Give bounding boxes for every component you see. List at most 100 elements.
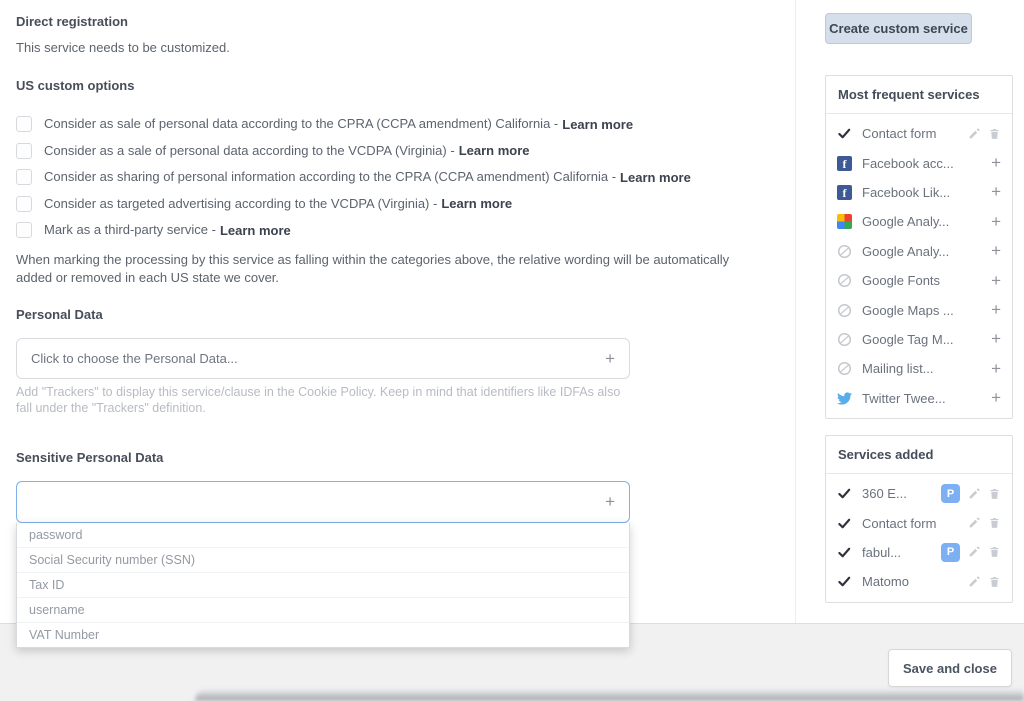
service-label: Google Analy...	[862, 214, 991, 229]
service-label: Facebook Lik...	[862, 185, 991, 200]
service-row: Google Fonts +	[826, 266, 1012, 295]
personal-data-label: Personal Data	[16, 307, 776, 323]
add-icon[interactable]: +	[991, 300, 1001, 320]
sensitive-options-dropdown: password Social Security number (SSN) Ta…	[16, 523, 630, 648]
premium-badge: P	[941, 543, 960, 562]
learn-more-link[interactable]: Learn more	[620, 170, 691, 185]
learn-more-link[interactable]: Learn more	[441, 196, 512, 211]
edit-icon[interactable]	[967, 487, 981, 501]
service-label: Google Analy...	[862, 244, 991, 259]
checkbox-label: Consider as sale of personal data accord…	[44, 116, 558, 132]
plus-icon[interactable]: +	[605, 493, 615, 510]
check-icon	[837, 486, 852, 501]
service-row: fabul... P	[826, 538, 1012, 567]
services-added-list: 360 E... P Contact form	[826, 474, 1012, 602]
personal-data-placeholder: Click to choose the Personal Data...	[31, 351, 238, 366]
facebook-icon	[837, 185, 852, 200]
checkbox-row: Consider as a sale of personal data acco…	[16, 138, 776, 165]
service-row: Mailing list... +	[826, 354, 1012, 383]
add-icon[interactable]: +	[991, 388, 1001, 408]
sensitive-personal-data-select[interactable]: +	[16, 481, 630, 523]
add-icon[interactable]: +	[991, 241, 1001, 261]
save-and-close-button[interactable]: Save and close	[888, 649, 1012, 687]
checkbox-label: Mark as a third-party service -	[44, 222, 216, 238]
service-label: Contact form	[862, 516, 967, 531]
service-label: 360 E...	[862, 486, 941, 501]
most-frequent-services-list: Contact form Facebook acc... + Facebook …	[826, 114, 1012, 418]
edit-icon[interactable]	[967, 545, 981, 559]
checkbox-row: Consider as sharing of personal informat…	[16, 164, 776, 191]
learn-more-link[interactable]: Learn more	[220, 223, 291, 238]
most-frequent-services-title: Most frequent services	[826, 76, 1012, 114]
twitter-icon	[837, 391, 852, 406]
checkbox[interactable]	[16, 169, 32, 185]
service-label: fabul...	[862, 545, 941, 560]
service-row: Matomo	[826, 567, 1012, 596]
checkbox-label: Consider as a sale of personal data acco…	[44, 143, 455, 159]
service-row: Contact form	[826, 119, 1012, 148]
checkbox-row: Consider as targeted advertising accordi…	[16, 191, 776, 218]
edit-icon[interactable]	[967, 575, 981, 589]
service-row: Contact form	[826, 508, 1012, 537]
checkbox-label: Consider as targeted advertising accordi…	[44, 196, 437, 212]
checkbox[interactable]	[16, 116, 32, 132]
plus-icon[interactable]: +	[605, 350, 615, 367]
most-frequent-services-panel: Most frequent services Contact form Face…	[825, 75, 1013, 419]
services-added-title: Services added	[826, 436, 1012, 474]
service-row: Google Analy... +	[826, 207, 1012, 236]
check-icon	[837, 574, 852, 589]
globe-icon	[837, 273, 852, 288]
sensitive-personal-data-field: + password Social Security number (SSN) …	[16, 481, 630, 523]
service-row: Twitter Twee... +	[826, 384, 1012, 413]
edit-icon[interactable]	[967, 127, 981, 141]
personal-data-select[interactable]: Click to choose the Personal Data... +	[16, 338, 630, 379]
delete-icon[interactable]	[988, 516, 1001, 530]
add-icon[interactable]: +	[991, 329, 1001, 349]
globe-icon	[837, 303, 852, 318]
sensitive-personal-data-label: Sensitive Personal Data	[16, 450, 776, 466]
dropdown-option[interactable]: Tax ID	[17, 572, 629, 597]
checkbox[interactable]	[16, 196, 32, 212]
dropdown-option[interactable]: Social Security number (SSN)	[17, 547, 629, 572]
vertical-divider	[795, 0, 796, 623]
facebook-icon	[837, 156, 852, 171]
create-custom-service-button[interactable]: Create custom service	[825, 13, 972, 44]
delete-icon[interactable]	[988, 487, 1001, 501]
learn-more-link[interactable]: Learn more	[562, 117, 633, 132]
checkbox[interactable]	[16, 222, 32, 238]
us-options-list: Consider as sale of personal data accord…	[16, 111, 776, 244]
delete-icon[interactable]	[988, 545, 1001, 559]
service-label: Google Maps ...	[862, 303, 991, 318]
dropdown-option[interactable]: password	[17, 523, 629, 547]
page-title: Direct registration	[16, 14, 776, 30]
service-row: 360 E... P	[826, 479, 1012, 508]
globe-icon	[837, 244, 852, 259]
service-row: Google Tag M... +	[826, 325, 1012, 354]
checkbox-row: Mark as a third-party service - Learn mo…	[16, 217, 776, 244]
service-label: Contact form	[862, 126, 967, 141]
delete-icon[interactable]	[988, 127, 1001, 141]
add-icon[interactable]: +	[991, 212, 1001, 232]
service-row: Google Analy... +	[826, 237, 1012, 266]
service-label: Mailing list...	[862, 361, 991, 376]
service-row: Google Maps ... +	[826, 295, 1012, 324]
add-icon[interactable]: +	[991, 271, 1001, 291]
checkbox-row: Consider as sale of personal data accord…	[16, 111, 776, 138]
check-icon	[837, 126, 852, 141]
checkbox[interactable]	[16, 143, 32, 159]
check-icon	[837, 516, 852, 531]
dropdown-option[interactable]: username	[17, 597, 629, 622]
dropdown-option[interactable]: VAT Number	[17, 622, 629, 647]
modal-bottom-shadow	[195, 689, 1024, 701]
google-analytics-icon	[837, 214, 852, 229]
add-icon[interactable]: +	[991, 182, 1001, 202]
edit-icon[interactable]	[967, 516, 981, 530]
learn-more-link[interactable]: Learn more	[459, 143, 530, 158]
trackers-helper-text: Add "Trackers" to display this service/c…	[16, 384, 626, 416]
service-label: Twitter Twee...	[862, 391, 991, 406]
add-icon[interactable]: +	[991, 153, 1001, 173]
service-label: Google Tag M...	[862, 332, 991, 347]
delete-icon[interactable]	[988, 575, 1001, 589]
premium-badge: P	[941, 484, 960, 503]
add-icon[interactable]: +	[991, 359, 1001, 379]
